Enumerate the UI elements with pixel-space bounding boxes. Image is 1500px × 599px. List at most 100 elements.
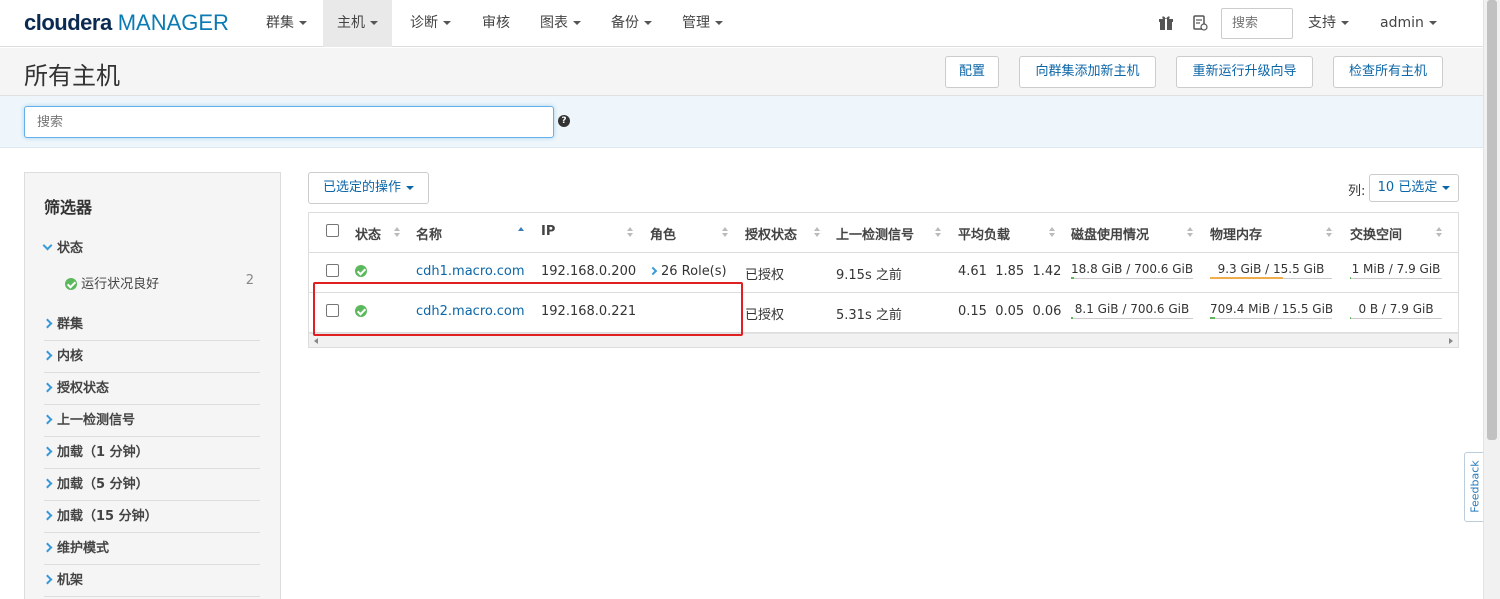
nav-hosts[interactable]: 主机 (323, 0, 392, 47)
host-heartbeat: 5.31s 之前 (836, 308, 902, 323)
filter-group-auth[interactable]: 授权状态 (42, 373, 260, 405)
search-band: ? (0, 96, 1483, 148)
configure-button[interactable]: 配置 (945, 56, 999, 88)
host-name-link[interactable]: cdh1.macro.com (416, 264, 525, 279)
caret-down-icon (370, 21, 378, 25)
chevron-right-icon (42, 542, 53, 553)
filter-title: 筛选器 (44, 198, 93, 217)
filter-group-load-5[interactable]: 加载（5 分钟） (42, 469, 260, 501)
host-load: 4.61 1.85 1.42 (958, 264, 1062, 279)
filter-group-maintenance[interactable]: 维护模式 (42, 533, 260, 565)
page-title: 所有主机 (24, 62, 120, 90)
sort-asc-icon[interactable] (518, 227, 524, 239)
memory-usage-bar: 9.3 GiB / 15.5 GiB (1210, 261, 1332, 279)
disk-usage-bar: 18.8 GiB / 700.6 GiB (1071, 261, 1193, 279)
columns-select-button[interactable]: 10 已选定 (1369, 174, 1459, 202)
selected-actions-button[interactable]: 已选定的操作 (308, 172, 429, 204)
caret-down-icon (406, 185, 414, 190)
scrollbar-thumb[interactable] (1487, 0, 1497, 440)
filter-group-cluster[interactable]: 群集 (42, 309, 260, 341)
scroll-left-arrow-icon[interactable] (314, 338, 318, 344)
filter-group-load-1[interactable]: 加载（1 分钟） (42, 437, 260, 469)
chevron-right-icon (42, 510, 53, 521)
scroll-right-arrow-icon[interactable] (1449, 338, 1453, 344)
col-memory-header[interactable]: 物理内存 (1210, 224, 1262, 243)
col-heartbeat-header[interactable]: 上一检测信号 (836, 224, 914, 243)
host-search-input[interactable] (24, 106, 554, 138)
caret-down-icon (1442, 185, 1451, 190)
host-ip: 192.168.0.200 (541, 264, 637, 279)
host-load: 0.15 0.05 0.06 (958, 304, 1062, 319)
columns-label: 列: (1348, 184, 1366, 199)
chevron-right-icon (42, 382, 53, 393)
col-roles-header[interactable]: 角色 (650, 224, 676, 243)
sort-icon[interactable] (1436, 227, 1442, 239)
highlight-annotation (313, 282, 743, 336)
caret-down-icon (573, 21, 581, 25)
chevron-right-icon (42, 350, 53, 361)
caret-down-icon (715, 21, 723, 25)
nav-user-menu[interactable]: admin (1366, 0, 1451, 47)
sort-icon[interactable] (814, 227, 820, 239)
filter-group-status[interactable]: 状态 (42, 233, 260, 265)
filter-item-good-health[interactable]: 运行状况良好 2 (65, 273, 260, 292)
good-health-icon (65, 278, 77, 290)
good-health-icon (355, 265, 367, 277)
col-disk-header[interactable]: 磁盘使用情况 (1071, 224, 1149, 243)
chevron-right-icon (42, 414, 53, 425)
chevron-down-icon (42, 240, 53, 251)
page-header: 所有主机 配置 向群集添加新主机 重新运行升级向导 检查所有主机 (0, 48, 1483, 96)
col-load-header[interactable]: 平均负载 (958, 224, 1010, 243)
nav-backup[interactable]: 备份 (597, 0, 666, 47)
nav-audits[interactable]: 审核 (468, 0, 524, 47)
gift-icon[interactable] (1158, 15, 1174, 31)
rerun-upgrade-wizard-button[interactable]: 重新运行升级向导 (1176, 56, 1313, 88)
feedback-tab[interactable]: Feedback (1464, 452, 1484, 522)
filter-group-heartbeat[interactable]: 上一检测信号 (42, 405, 260, 437)
pending-commands-icon[interactable] (1192, 15, 1208, 31)
sort-icon[interactable] (935, 227, 941, 239)
host-auth-status: 已授权 (745, 268, 785, 283)
filter-count: 2 (245, 273, 254, 288)
col-name-header[interactable]: 名称 (416, 224, 442, 243)
host-heartbeat: 9.15s 之前 (836, 268, 902, 283)
sort-icon[interactable] (627, 227, 633, 239)
add-hosts-button[interactable]: 向群集添加新主机 (1019, 56, 1156, 88)
sort-icon[interactable] (722, 227, 728, 239)
chevron-right-icon (42, 478, 53, 489)
col-ip-header[interactable]: IP (541, 224, 555, 239)
sort-icon[interactable] (1326, 227, 1332, 239)
col-status-header[interactable]: 状态 (355, 224, 381, 243)
nav-support[interactable]: 支持 (1294, 0, 1363, 47)
caret-down-icon (1341, 21, 1349, 25)
col-auth-header[interactable]: 授权状态 (745, 224, 797, 243)
inspect-all-hosts-button[interactable]: 检查所有主机 (1333, 56, 1443, 88)
cloudera-manager-logo[interactable]: cloudera MANAGER (24, 10, 229, 36)
filter-group-rack[interactable]: 机架 (42, 565, 260, 597)
host-auth-status: 已授权 (745, 308, 785, 323)
nav-diagnostics[interactable]: 诊断 (396, 0, 465, 47)
col-swap-header[interactable]: 交换空间 (1350, 224, 1402, 243)
filter-group-kernel[interactable]: 内核 (42, 341, 260, 373)
nav-administration[interactable]: 管理 (668, 0, 737, 47)
select-all-checkbox[interactable] (326, 224, 339, 237)
table-header-row: 状态 名称 IP 角色 授权状态 上一检测信号 平均负载 磁盘使用情况 物理内存… (309, 213, 1458, 253)
caret-down-icon (443, 21, 451, 25)
page-vertical-scrollbar[interactable] (1483, 0, 1500, 599)
nav-search-input[interactable] (1221, 8, 1293, 39)
host-roles[interactable]: 26 Role(s) (648, 264, 727, 279)
nav-clusters[interactable]: 群集 (252, 0, 321, 47)
help-icon[interactable]: ? (558, 115, 570, 127)
sort-icon[interactable] (1187, 227, 1193, 239)
caret-down-icon (644, 21, 652, 25)
swap-usage-bar: 0 B / 7.9 GiB (1350, 301, 1442, 319)
caret-down-icon (1428, 21, 1437, 25)
sort-icon[interactable] (394, 227, 400, 239)
row-checkbox[interactable] (326, 264, 339, 277)
chevron-right-icon (648, 266, 658, 276)
sort-icon[interactable] (1049, 227, 1055, 239)
caret-down-icon (299, 21, 307, 25)
nav-charts[interactable]: 图表 (526, 0, 595, 47)
top-navbar: clouderaMANAGER 群集 主机 诊断 审核 图表 备份 管理 支持 … (0, 0, 1483, 47)
filter-group-load-15[interactable]: 加载（15 分钟） (42, 501, 260, 533)
